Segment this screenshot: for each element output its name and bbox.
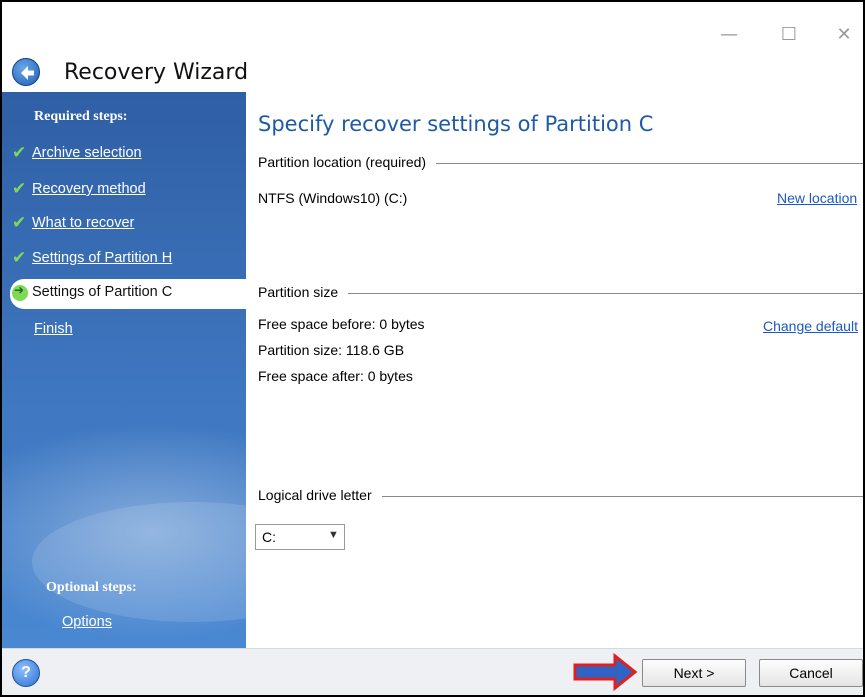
steps-sidebar: Required steps: ✔ Archive selection ✔ Re… bbox=[2, 92, 246, 648]
window-title: Recovery Wizard bbox=[64, 60, 249, 85]
back-arrow-icon[interactable] bbox=[12, 58, 40, 86]
partition-location-section: Partition location (required) bbox=[258, 154, 863, 174]
change-default-link[interactable]: Change default bbox=[763, 318, 858, 334]
annotation-arrow-icon bbox=[573, 653, 638, 691]
section-label: Partition size bbox=[258, 284, 349, 300]
sidebar-item-label: Recovery method bbox=[32, 181, 146, 197]
drive-letter-section: Logical drive letter bbox=[258, 487, 863, 507]
page-title: Specify recover settings of Partition C bbox=[258, 112, 654, 136]
sidebar-item-what-to-recover[interactable]: ✔ What to recover bbox=[2, 210, 246, 240]
maximize-icon[interactable]: ☐ bbox=[774, 20, 804, 50]
sidebar-item-archive-selection[interactable]: ✔ Archive selection bbox=[2, 140, 246, 170]
current-step-arrow-icon bbox=[12, 283, 28, 301]
checkmark-icon: ✔ bbox=[12, 143, 27, 162]
cancel-button[interactable]: Cancel bbox=[759, 659, 863, 687]
sidebar-item-settings-partition-c[interactable]: Settings of Partition C bbox=[10, 279, 246, 309]
sidebar-item-recovery-method[interactable]: ✔ Recovery method bbox=[2, 176, 246, 206]
help-icon[interactable]: ? bbox=[12, 659, 40, 687]
free-space-after: Free space after: 0 bytes bbox=[258, 368, 413, 384]
close-icon[interactable]: ✕ bbox=[829, 20, 859, 50]
sidebar-item-label: Settings of Partition H bbox=[32, 250, 173, 266]
section-divider bbox=[258, 293, 863, 294]
drive-letter-value: C: bbox=[262, 529, 276, 545]
title-bar: — ☐ ✕ Recovery Wizard bbox=[2, 2, 863, 90]
free-space-before: Free space before: 0 bytes bbox=[258, 316, 425, 332]
sidebar-item-label: Settings of Partition C bbox=[32, 284, 173, 300]
main-panel: Specify recover settings of Partition C … bbox=[246, 92, 863, 648]
sidebar-item-label: Archive selection bbox=[32, 145, 142, 161]
minimize-icon[interactable]: — bbox=[714, 20, 744, 50]
checkmark-icon: ✔ bbox=[12, 248, 27, 267]
partition-size-value: Partition size: 118.6 GB bbox=[258, 342, 405, 358]
chevron-down-icon: ▼ bbox=[328, 529, 339, 541]
sidebar-item-finish[interactable]: Finish bbox=[2, 316, 246, 346]
sidebar-item-label: What to recover bbox=[32, 215, 135, 231]
sidebar-item-settings-partition-h[interactable]: ✔ Settings of Partition H bbox=[2, 245, 246, 275]
sidebar-item-label: Finish bbox=[34, 321, 73, 337]
section-label: Logical drive letter bbox=[258, 487, 382, 503]
recovery-wizard-window: — ☐ ✕ Recovery Wizard Required steps: ✔ … bbox=[0, 0, 865, 697]
new-location-link[interactable]: New location bbox=[777, 190, 857, 206]
sidebar-item-options[interactable]: Options bbox=[2, 609, 246, 639]
footer-bar: ? Next > Cancel bbox=[2, 648, 863, 695]
sidebar-item-label: Options bbox=[62, 614, 112, 630]
next-button[interactable]: Next > bbox=[642, 659, 746, 687]
drive-letter-select[interactable]: C: ▼ bbox=[255, 524, 345, 550]
partition-location-value: NTFS (Windows10) (C:) bbox=[258, 190, 408, 206]
required-steps-heading: Required steps: bbox=[34, 109, 128, 124]
checkmark-icon: ✔ bbox=[12, 213, 27, 232]
section-label: Partition location (required) bbox=[258, 154, 437, 170]
checkmark-icon: ✔ bbox=[12, 179, 27, 198]
optional-steps-heading: Optional steps: bbox=[46, 580, 137, 595]
partition-size-section: Partition size bbox=[258, 284, 863, 304]
